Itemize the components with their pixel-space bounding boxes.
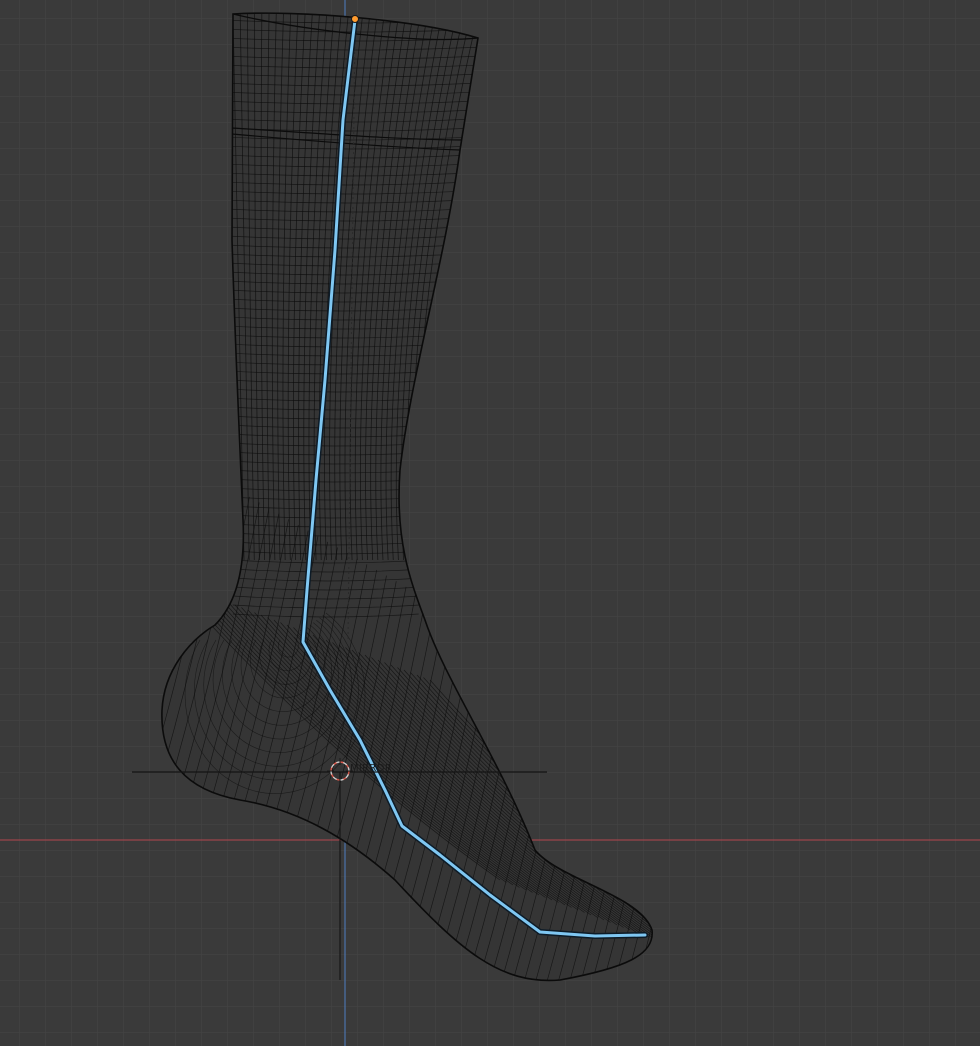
active-vertex[interactable] [351, 15, 359, 23]
3d-viewport[interactable]: MIRROR [0, 0, 980, 1046]
